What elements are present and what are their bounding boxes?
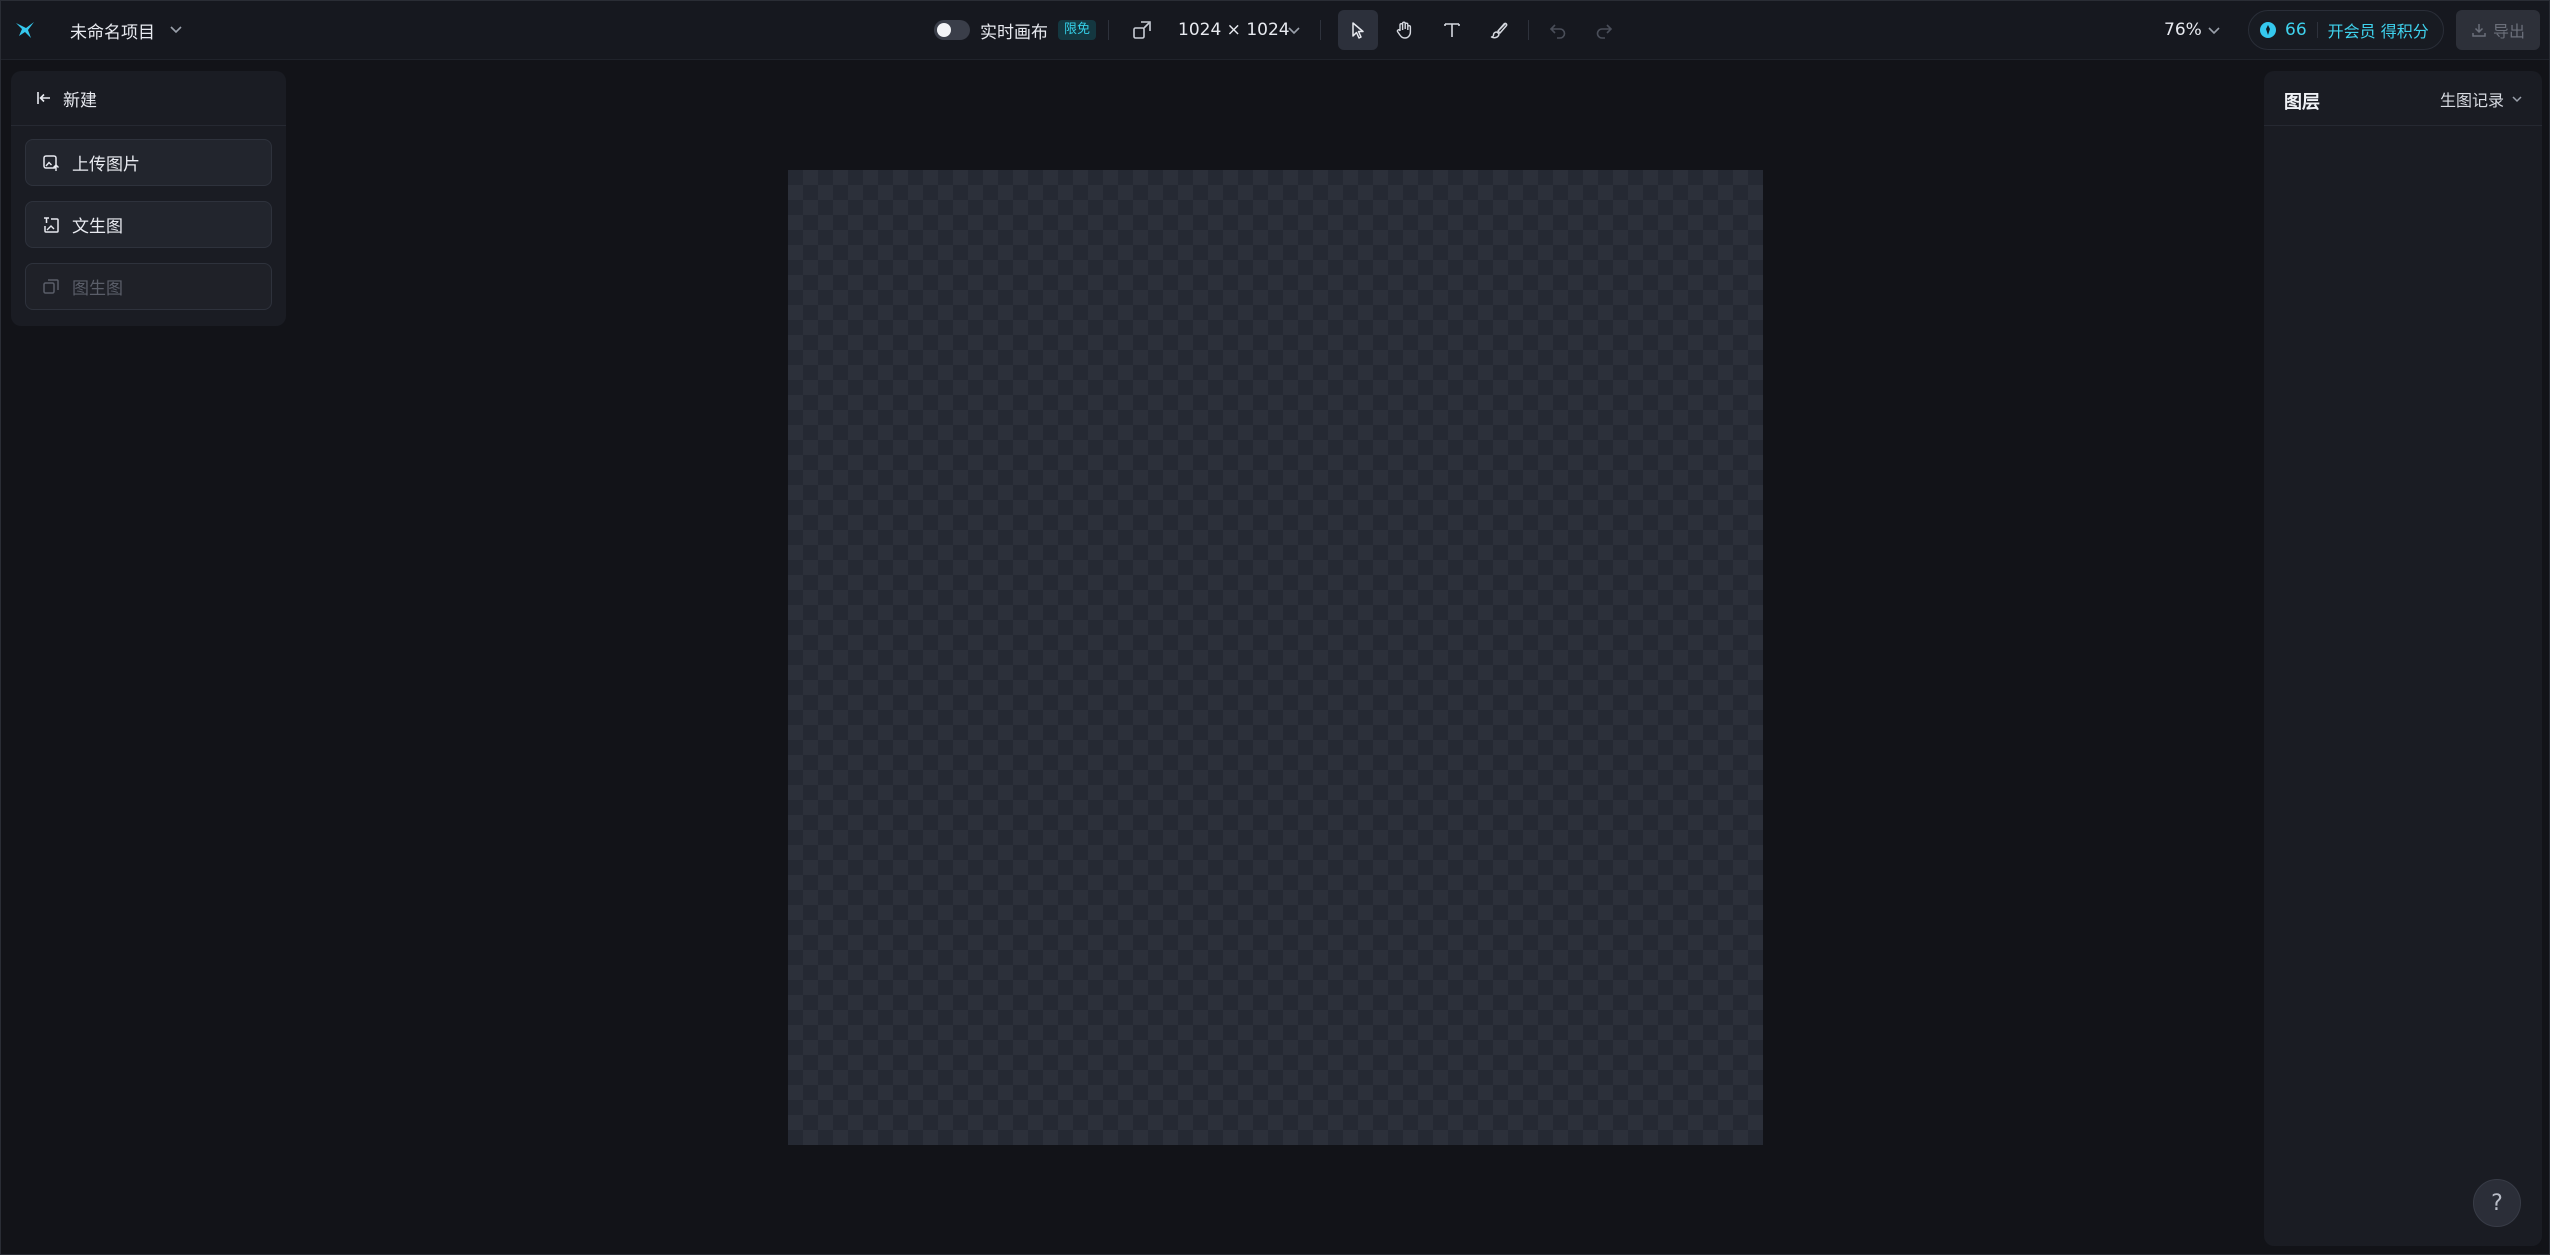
toolbar-divider	[1108, 20, 1109, 40]
membership-link[interactable]: 开会员 得积分	[2328, 18, 2429, 42]
project-title[interactable]: 未命名项目	[70, 18, 155, 43]
text-icon	[1444, 23, 1460, 37]
download-icon	[2472, 24, 2486, 37]
new-label: 新建	[63, 90, 97, 111]
chevron-down-icon[interactable]	[168, 20, 186, 38]
text-to-image-button[interactable]: 文生图	[25, 201, 272, 248]
new-back-button[interactable]: 新建	[11, 71, 286, 126]
create-panel: 新建 上传图片 文生图 图生图	[11, 71, 286, 326]
export-label: 导出	[2492, 22, 2525, 41]
image-to-image-label: 图生图	[72, 279, 123, 299]
export-button[interactable]: 导出	[2456, 10, 2540, 50]
chevron-down-icon	[2512, 96, 2522, 103]
toolbar-divider	[1320, 20, 1321, 40]
help-label: ?	[2491, 1190, 2503, 1216]
undo-button[interactable]	[1538, 10, 1578, 50]
layers-panel-header: 图层 生图记录	[2264, 71, 2542, 126]
chevron-down-icon[interactable]	[1286, 21, 1304, 39]
realtime-canvas-toggle-group: 实时画布 限免	[934, 18, 1097, 43]
toolbar-divider	[1528, 20, 1529, 40]
redo-button[interactable]	[1584, 10, 1624, 50]
hand-icon	[1396, 21, 1412, 39]
transparent-canvas[interactable]	[788, 170, 1763, 1145]
realtime-canvas-label: 实时画布	[980, 22, 1048, 43]
brush-icon	[1490, 22, 1508, 39]
upload-image-button[interactable]: 上传图片	[25, 139, 272, 186]
redo-icon	[1596, 24, 1613, 39]
credits-widget[interactable]: 66 开会员 得积分	[2248, 10, 2444, 50]
help-button[interactable]: ?	[2473, 1179, 2521, 1227]
undo-icon	[1549, 24, 1566, 39]
layers-panel: 图层 生图记录	[2264, 71, 2542, 1246]
brand-logo-icon[interactable]	[14, 18, 38, 42]
brush-tool-button[interactable]	[1479, 10, 1519, 50]
image-to-image-icon	[43, 278, 59, 294]
upload-image-icon	[43, 154, 59, 171]
text-to-image-label: 文生图	[72, 217, 123, 237]
free-badge: 限免	[1058, 20, 1097, 40]
credits-count: 66	[2285, 20, 2307, 40]
generation-history-label: 生图记录	[2439, 91, 2504, 110]
hand-tool-button[interactable]	[1384, 10, 1424, 50]
layers-title: 图层	[2284, 92, 2320, 113]
upload-image-label: 上传图片	[72, 155, 140, 175]
cursor-arrow-icon	[1352, 22, 1364, 39]
image-to-image-button[interactable]: 图生图	[25, 263, 272, 310]
chevron-down-icon[interactable]	[2206, 21, 2224, 39]
credits-divider	[2316, 22, 2318, 38]
generation-history-dropdown[interactable]: 生图记录	[2440, 87, 2524, 111]
resize-canvas-icon[interactable]	[1132, 19, 1154, 41]
top-toolbar: 未命名项目 实时画布 限免 1024 × 1024 76% 66 开会员 得积分…	[0, 0, 2550, 60]
realtime-canvas-toggle[interactable]	[934, 20, 970, 40]
select-tool-button[interactable]	[1338, 10, 1378, 50]
text-to-image-icon	[44, 216, 59, 233]
text-tool-button[interactable]	[1432, 10, 1472, 50]
back-arrow-icon	[37, 92, 50, 104]
zoom-level-selector[interactable]: 76%	[2164, 18, 2202, 42]
coin-icon	[2260, 22, 2276, 38]
canvas-size-selector[interactable]: 1024 × 1024	[1178, 18, 1290, 42]
